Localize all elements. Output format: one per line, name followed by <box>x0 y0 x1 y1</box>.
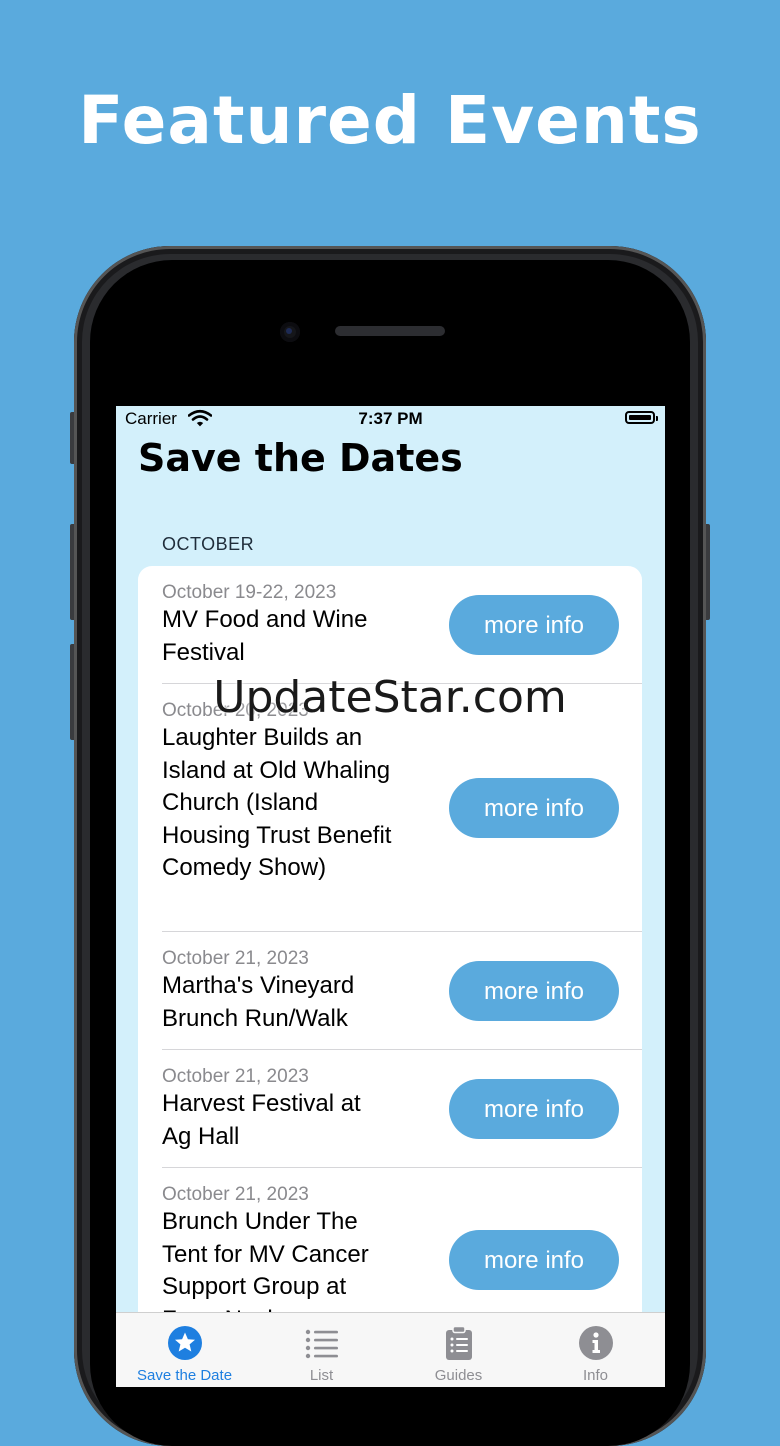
tab-label: Save the Date <box>136 1367 233 1384</box>
more-info-button[interactable]: more info <box>449 1230 619 1290</box>
more-info-button[interactable]: more info <box>449 961 619 1021</box>
tab-guides[interactable]: Guides <box>390 1313 527 1387</box>
tab-info[interactable]: Info <box>527 1313 664 1387</box>
event-title: Martha's Vineyard Brunch Run/Walk <box>162 972 355 1032</box>
tab-list[interactable]: List <box>253 1313 390 1387</box>
tab-label: Guides <box>434 1367 483 1384</box>
tab-label: List <box>309 1367 334 1384</box>
more-info-button[interactable]: more info <box>449 1079 619 1139</box>
event-row: October 21, 2023 Harvest Festival at Ag … <box>138 1050 642 1168</box>
tab-save-the-date[interactable]: Save the Date <box>116 1313 253 1387</box>
info-icon <box>578 1326 613 1360</box>
event-title: MV Food and Wine Festival <box>162 606 368 666</box>
event-date: October 19-22, 2023 <box>162 582 337 603</box>
app-screen: Carrier 7:37 PM Save the Dates OCTOBER O… <box>116 406 665 1387</box>
event-date: October 21, 2023 <box>162 1184 309 1205</box>
event-row: October 21, 2023 Martha's Vineyard Brunc… <box>138 932 642 1050</box>
section-header-october: OCTOBER <box>162 534 255 554</box>
status-bar: Carrier 7:37 PM <box>116 406 665 432</box>
status-time: 7:37 PM <box>358 409 423 428</box>
more-info-button[interactable]: more info <box>449 595 619 655</box>
more-info-button[interactable]: more info <box>449 778 619 838</box>
battery-icon <box>625 411 658 424</box>
star-circle-icon <box>167 1326 202 1360</box>
event-title: Laughter Builds an Island at Old Whaling… <box>162 724 392 881</box>
page-title: Save the Dates <box>138 436 463 480</box>
event-date: October 21, 2023 <box>162 1066 309 1087</box>
front-camera <box>280 322 300 342</box>
tab-label: Info <box>582 1367 609 1384</box>
event-title: Harvest Festival at Ag Hall <box>162 1090 361 1150</box>
earpiece-speaker <box>335 326 445 336</box>
tab-bar: Save the Date List Guides Info <box>116 1312 665 1387</box>
event-date: October 21, 2023 <box>162 948 309 969</box>
promo-headline: Featured Events <box>78 82 702 159</box>
event-row: October 19-22, 2023 MV Food and Wine Fes… <box>138 566 642 684</box>
watermark-text: UpdateStar.com <box>213 672 567 723</box>
clipboard-icon <box>445 1325 472 1360</box>
list-icon <box>305 1329 338 1359</box>
